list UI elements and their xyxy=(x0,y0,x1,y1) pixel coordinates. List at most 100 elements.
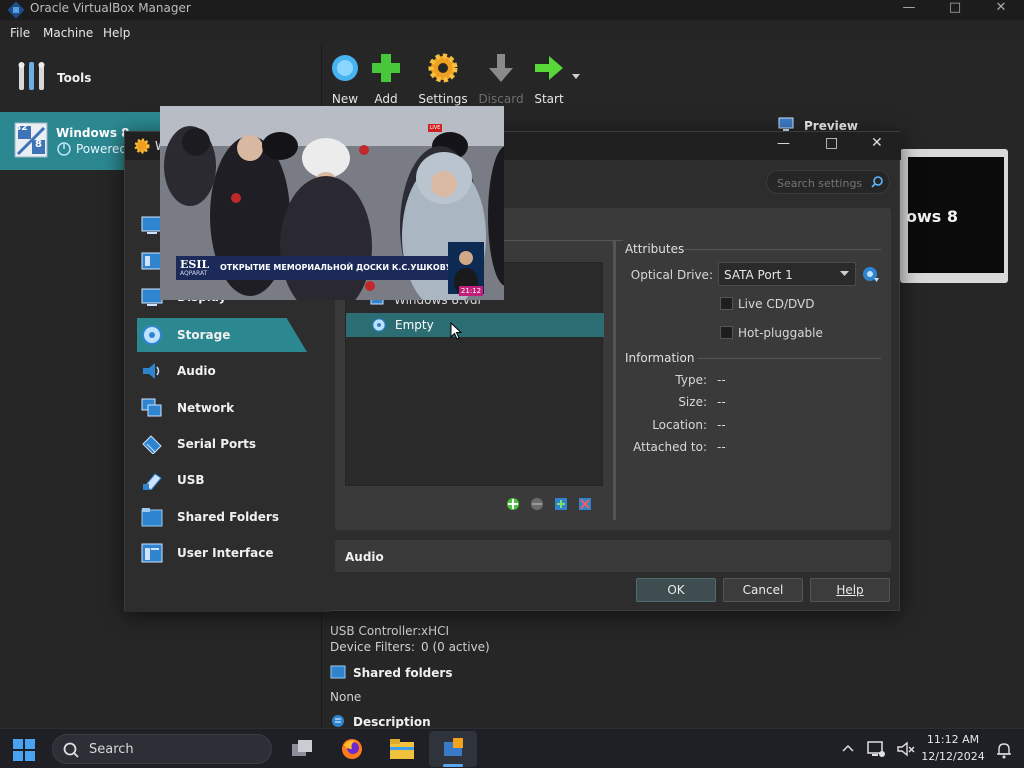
virtualbox-logo-icon xyxy=(8,2,24,18)
location-value: -- xyxy=(717,418,726,432)
optical-drive-value: SATA Port 1 xyxy=(724,268,793,282)
channel-sub: AQPARAT xyxy=(180,270,208,277)
maximize-icon[interactable]: □ xyxy=(932,0,978,20)
tree-item-empty[interactable]: Empty xyxy=(346,313,604,337)
help-button[interactable]: Help xyxy=(810,578,890,602)
optical-disc-icon xyxy=(372,318,386,332)
live-cd-checkbox[interactable] xyxy=(720,297,733,310)
taskbar-time[interactable]: 11:12 AM xyxy=(920,733,986,746)
firefox-icon[interactable] xyxy=(340,737,364,761)
start-label: Start xyxy=(534,92,564,106)
nav-item-audio[interactable]: Audio xyxy=(137,354,307,388)
vm-badge-top: 32 xyxy=(15,123,28,133)
device-filters-label: Device Filters: xyxy=(330,640,415,654)
network-icon xyxy=(141,398,162,417)
search-settings-input[interactable] xyxy=(777,175,867,191)
add-attachment-icon[interactable] xyxy=(553,496,569,512)
cancel-button[interactable]: Cancel xyxy=(723,578,803,602)
tools-icon xyxy=(18,62,45,90)
dialog-close-icon[interactable]: ✕ xyxy=(871,135,887,151)
ok-button[interactable]: OK xyxy=(636,578,716,602)
virtualbox-taskbar-icon xyxy=(444,738,463,756)
vm-name: Windows 8 xyxy=(56,126,130,140)
nav-item-storage[interactable]: Storage xyxy=(137,318,307,352)
task-view-icon[interactable] xyxy=(290,738,314,760)
nav-item-shared-folders[interactable]: Shared Folders xyxy=(137,500,307,534)
start-button[interactable]: Start xyxy=(521,50,577,106)
information-divider xyxy=(697,358,881,359)
shared-folders-heading: Shared folders xyxy=(353,666,453,680)
menu-bar: File Machine Help xyxy=(0,22,1024,44)
choose-disk-icon[interactable] xyxy=(861,265,879,283)
search-icon[interactable] xyxy=(871,176,883,188)
tools-item[interactable]: Tools xyxy=(0,56,322,100)
news-ticker-bar: ESIL AQPARAT ОТКРЫТИЕ МЕМОРИАЛЬНОЙ ДОСКИ… xyxy=(176,256,452,280)
shared-folder-icon xyxy=(141,508,163,527)
preview-screen: ows 8 xyxy=(906,157,1004,273)
discard-arrow-icon xyxy=(489,54,513,82)
mouse-cursor-icon xyxy=(450,322,462,340)
video-clock: 21:12 xyxy=(459,286,483,296)
picture-in-picture-video[interactable]: LIVE ESIL AQPARAT ОТКРЫТИЕ МЕМОРИАЛЬНОЙ … xyxy=(160,106,504,300)
vm-badge-bottom: 8 xyxy=(35,139,42,150)
shared-folders-icon xyxy=(330,665,346,679)
menu-file[interactable]: File xyxy=(10,26,30,40)
nav-item-network[interactable]: Network xyxy=(137,391,307,425)
serial-port-icon xyxy=(142,435,162,454)
nav-item-user-interface[interactable]: User Interface xyxy=(137,536,307,570)
location-label: Location: xyxy=(652,418,707,432)
settings-button[interactable]: Settings xyxy=(415,50,471,106)
news-ticker-text: ОТКРЫТИЕ МЕМОРИАЛЬНОЙ ДОСКИ К.С.УШКОВУ xyxy=(220,263,452,272)
nav-network-label: Network xyxy=(177,401,235,415)
new-icon xyxy=(332,55,358,81)
optical-drive-select[interactable]: SATA Port 1 xyxy=(718,262,856,286)
network-tray-icon[interactable] xyxy=(866,740,886,758)
start-dropdown-icon[interactable] xyxy=(572,74,580,80)
live-cd-label: Live CD/DVD xyxy=(738,297,815,311)
remove-controller-icon xyxy=(531,498,543,510)
add-icon xyxy=(372,54,400,82)
usb-controller-label: USB Controller: xyxy=(330,624,422,638)
taskbar-date[interactable]: 12/12/2024 xyxy=(920,750,986,763)
close-icon[interactable]: ✕ xyxy=(978,0,1024,20)
tray-chevron-up-icon[interactable] xyxy=(842,743,854,753)
windows-start-icon[interactable] xyxy=(13,739,35,761)
nav-item-usb[interactable]: USB xyxy=(137,463,307,497)
add-controller-icon[interactable] xyxy=(505,496,521,512)
search-settings-box[interactable] xyxy=(766,170,890,194)
minimize-icon[interactable]: — xyxy=(886,0,932,20)
notification-bell-icon[interactable] xyxy=(994,740,1014,760)
taskbar-search-label: Search xyxy=(89,742,134,757)
user-interface-icon xyxy=(141,543,163,563)
optical-drive-label: Optical Drive: xyxy=(630,268,713,282)
nav-usb-label: USB xyxy=(177,473,205,487)
speaker-icon xyxy=(143,363,160,379)
description-icon xyxy=(332,715,344,727)
preview-frame: ows 8 xyxy=(900,149,1008,283)
dialog-gear-icon xyxy=(134,138,150,154)
attributes-heading: Attributes xyxy=(625,242,685,256)
size-value: -- xyxy=(717,395,726,409)
volume-muted-icon[interactable] xyxy=(896,740,916,758)
shared-folders-value: None xyxy=(330,690,362,704)
type-value: -- xyxy=(717,373,726,387)
tools-label: Tools xyxy=(57,71,92,85)
dialog-minimize-icon[interactable]: — xyxy=(777,136,793,151)
remove-attachment-icon[interactable] xyxy=(577,496,593,512)
taskbar-virtualbox-button[interactable] xyxy=(429,731,477,767)
live-badge: LIVE xyxy=(428,124,442,132)
nav-storage-label: Storage xyxy=(177,328,231,342)
taskbar-search-box[interactable]: Search xyxy=(52,734,272,764)
nav-item-serial-ports[interactable]: Serial Ports xyxy=(137,427,307,461)
add-button[interactable]: Add xyxy=(358,50,414,106)
attached-to-label: Attached to: xyxy=(633,440,707,454)
menu-machine[interactable]: Machine xyxy=(43,26,93,40)
title-bar: Oracle VirtualBox Manager — □ ✕ xyxy=(0,0,1024,20)
audio-section-header[interactable]: Audio xyxy=(335,540,891,572)
storage-splitter[interactable] xyxy=(613,240,616,520)
hot-pluggable-checkbox[interactable] xyxy=(720,326,733,339)
file-explorer-icon[interactable] xyxy=(389,738,415,760)
active-app-indicator xyxy=(443,764,463,767)
menu-help[interactable]: Help xyxy=(103,26,130,40)
dialog-maximize-icon[interactable]: □ xyxy=(825,135,841,151)
